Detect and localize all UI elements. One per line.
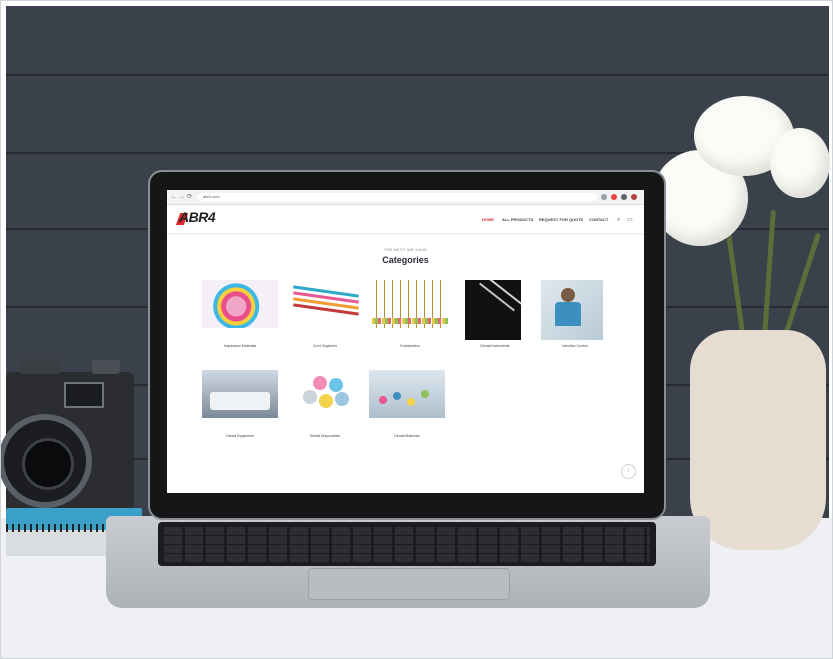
- bookmark-icon[interactable]: [601, 194, 607, 200]
- nav-request-for-quote[interactable]: REQUEST FOR QUOTE: [539, 217, 583, 223]
- nav-home[interactable]: HOME: [482, 217, 494, 223]
- section-eyebrow: THE BEST WE HAVE: [383, 247, 428, 252]
- category-card-dental-disposables[interactable]: Dental Disposables: [287, 370, 363, 446]
- category-label: Infection Control: [562, 344, 588, 348]
- back-button[interactable]: ←: [171, 193, 177, 201]
- category-image: [287, 370, 363, 418]
- category-image: [369, 370, 445, 418]
- category-card-cord-organizer[interactable]: Cord Organizer: [287, 280, 363, 356]
- nav-all-products[interactable]: ALL PRODUCTS: [502, 217, 533, 223]
- extension-icon[interactable]: [621, 194, 627, 200]
- category-label: Endodontics: [400, 344, 420, 348]
- scroll-to-top-button[interactable]: ↑: [621, 464, 636, 479]
- category-label: Dental Instruments: [480, 344, 510, 348]
- address-bar[interactable]: [197, 193, 597, 201]
- category-image: [465, 280, 521, 340]
- category-label: Dental Disposables: [309, 434, 341, 438]
- extension-icon[interactable]: [611, 194, 617, 200]
- section-heading: Categories: [382, 255, 429, 265]
- laptop-trackpad: [308, 568, 510, 600]
- category-label: Dental Materials: [394, 434, 420, 438]
- profile-avatar[interactable]: [631, 194, 637, 200]
- category-image: [541, 280, 603, 340]
- category-card-infection-control[interactable]: Infection Control: [537, 280, 613, 356]
- category-label: Dental Equipment: [226, 434, 254, 438]
- category-image: [372, 280, 448, 328]
- category-card-dental-materials[interactable]: Dental Materials: [369, 370, 445, 446]
- category-label: Cord Organizer: [313, 344, 337, 348]
- nav-contact[interactable]: CONTACT: [589, 217, 608, 223]
- address-url: abr4.com: [203, 194, 220, 199]
- site-logo[interactable]: ABR4: [179, 209, 216, 225]
- search-icon[interactable]: ⌕: [617, 216, 620, 224]
- camera-prop: [0, 356, 134, 512]
- reload-button[interactable]: ⟳: [187, 193, 192, 201]
- category-card-endodontics[interactable]: Endodontics: [372, 280, 448, 356]
- cart-icon[interactable]: ▭: [627, 216, 633, 224]
- category-label: Impression Materials: [223, 344, 257, 348]
- vase: [690, 330, 826, 550]
- forward-button[interactable]: →: [179, 193, 185, 201]
- category-card-dental-instruments[interactable]: Dental Instruments: [457, 280, 533, 356]
- category-image: [202, 280, 278, 328]
- carnation-flower: [770, 128, 830, 198]
- category-image: [287, 280, 363, 328]
- laptop-screen: ← → ⟳ abr4.com ABR4 HOME ALL PRODUCTS RE…: [167, 190, 644, 493]
- category-card-impression-materials[interactable]: Impression Materials: [202, 280, 278, 356]
- category-card-dental-equipment[interactable]: Dental Equipment: [202, 370, 278, 446]
- category-image: [202, 370, 278, 418]
- photo-scene: ← → ⟳ abr4.com ABR4 HOME ALL PRODUCTS RE…: [0, 0, 833, 659]
